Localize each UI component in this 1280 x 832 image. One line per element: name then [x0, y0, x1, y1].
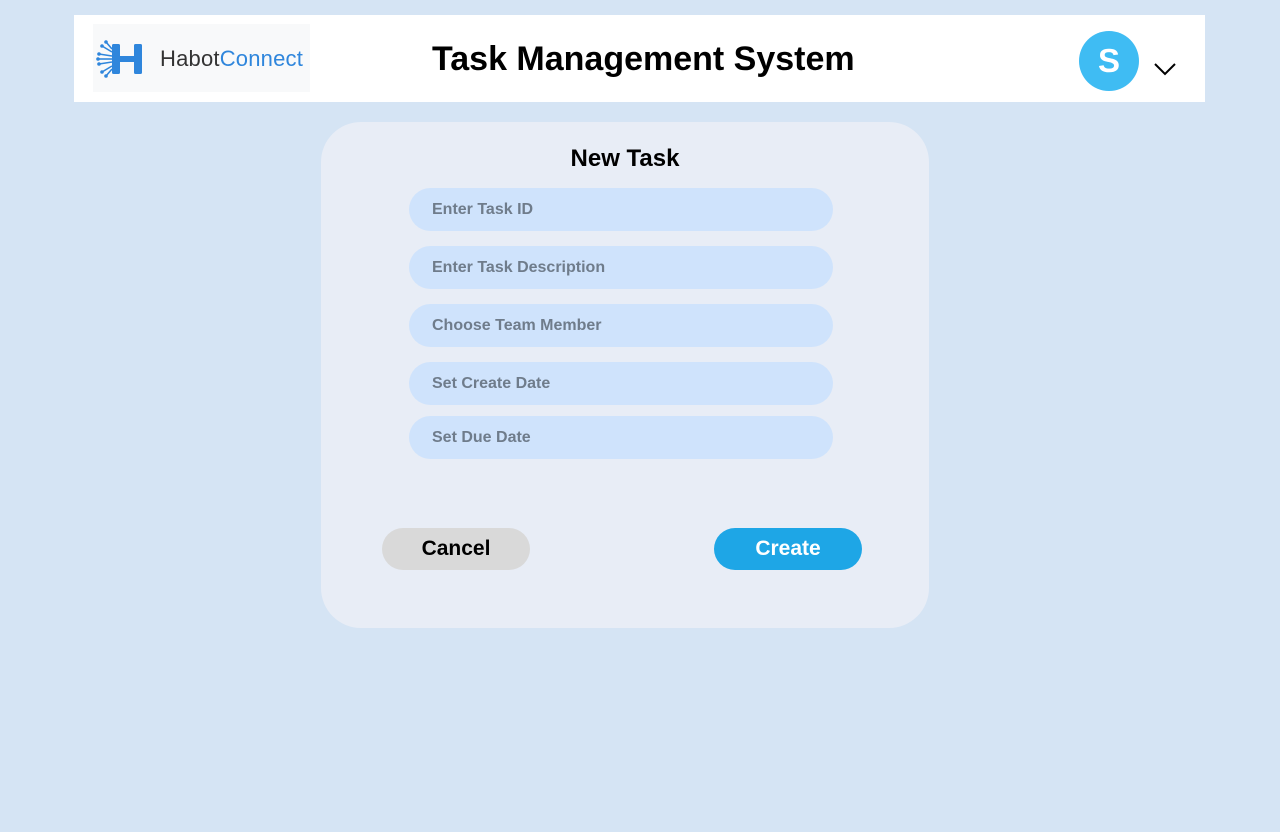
page-title: Task Management System: [432, 40, 855, 78]
avatar-initial: S: [1097, 42, 1120, 79]
create-date-input[interactable]: [409, 362, 833, 405]
habot-connect-logo[interactable]: HabotConnect: [93, 24, 310, 92]
user-avatar[interactable]: S: [1079, 31, 1139, 91]
logo-text-connect: Connect: [219, 46, 304, 71]
logo-text-habot: Habot: [160, 46, 220, 71]
task-id-input[interactable]: [409, 188, 833, 231]
create-button[interactable]: Create: [714, 528, 862, 570]
due-date-input[interactable]: [409, 416, 833, 459]
top-header: HabotConnect Task Management System S: [74, 15, 1205, 102]
cancel-button[interactable]: Cancel: [382, 528, 530, 570]
task-description-input[interactable]: [409, 246, 833, 289]
new-task-card: New Task Cancel Create: [321, 122, 929, 628]
logo-circuit-icon: [96, 40, 142, 78]
form-title: New Task: [570, 145, 680, 172]
logo-wordmark: HabotConnect: [160, 46, 303, 72]
chevron-down-icon[interactable]: [1154, 62, 1176, 76]
team-member-select[interactable]: [409, 304, 833, 347]
